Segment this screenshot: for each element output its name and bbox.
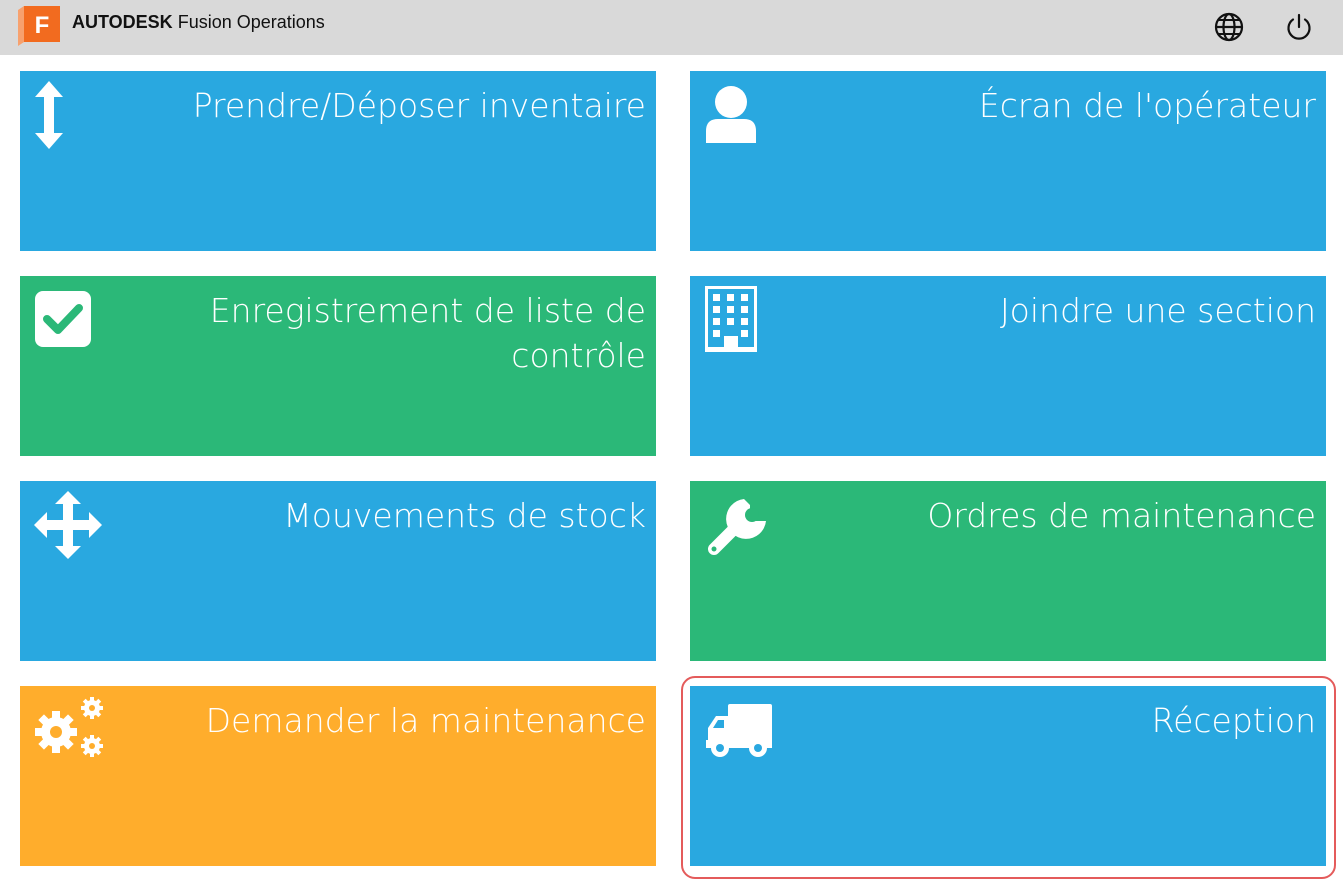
tile-reception[interactable]: Réception: [690, 686, 1326, 866]
brand-product: Fusion Operations: [177, 12, 325, 32]
vertical-arrows-icon: [34, 81, 64, 153]
svg-text:F: F: [35, 12, 50, 39]
building-icon: [704, 286, 758, 356]
top-bar: F AUTODESK Fusion Operations: [0, 0, 1343, 55]
fusion-logo-icon: F: [18, 6, 62, 46]
tile-demander-maintenance[interactable]: Demander la maintenance: [20, 686, 656, 866]
tile-label: Demander la maintenance: [205, 701, 646, 740]
power-icon[interactable]: [1282, 10, 1316, 44]
tile-mouvements-stock[interactable]: Mouvements de stock: [20, 481, 656, 661]
tile-label: Réception: [1151, 701, 1316, 740]
truck-icon: [706, 704, 772, 762]
tile-label: Écran de l'opérateur: [978, 86, 1316, 125]
tile-label: Ordres de maintenance: [927, 496, 1316, 535]
gears-icon: [32, 696, 108, 766]
tile-ecran-operateur[interactable]: Écran de l'opérateur: [690, 71, 1326, 251]
tile-enregistrement-liste-controle[interactable]: Enregistrement de liste de contrôle: [20, 276, 656, 456]
tile-label: Prendre/Déposer inventaire: [192, 86, 646, 125]
tile-label: Joindre une section: [999, 291, 1316, 330]
globe-icon[interactable]: [1212, 10, 1246, 44]
tile-label: Mouvements de stock: [283, 496, 646, 535]
tile-label: Enregistrement de liste de contrôle: [209, 291, 646, 375]
tile-ordres-maintenance[interactable]: Ordres de maintenance: [690, 481, 1326, 661]
wrench-icon: [704, 497, 768, 563]
tile-joindre-section[interactable]: Joindre une section: [690, 276, 1326, 456]
user-icon: [704, 85, 758, 147]
move-arrows-icon: [34, 491, 102, 563]
checkbox-icon: [34, 290, 92, 352]
tile-prendre-deposer-inventaire[interactable]: Prendre/Déposer inventaire: [20, 71, 656, 251]
brand-autodesk: AUTODESK: [72, 12, 173, 32]
brand-title: AUTODESK Fusion Operations: [72, 12, 325, 33]
